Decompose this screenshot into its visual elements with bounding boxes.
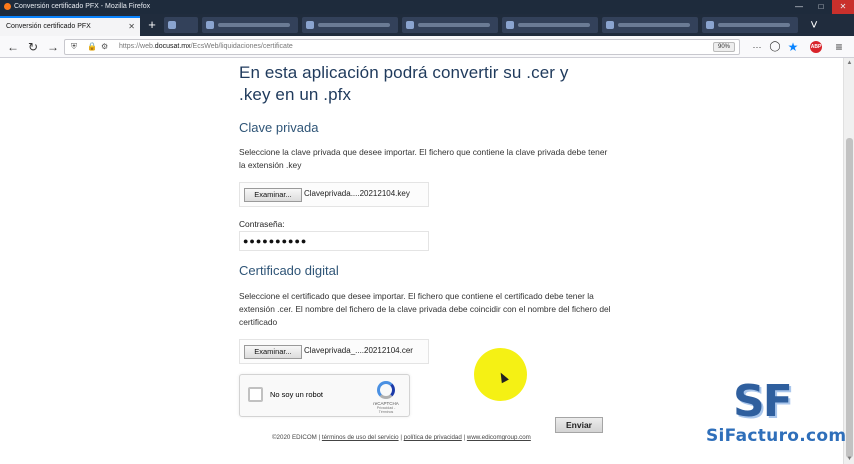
private-key-description: Seleccione la clave privada que desee im… [239, 147, 608, 170]
browse-cer-button[interactable]: Examinar... [244, 345, 302, 359]
main-content: En esta aplicación podrá convertir su .c… [239, 58, 619, 417]
tab-favicon-icon [706, 21, 714, 29]
watermark-logo: SF [733, 376, 793, 427]
tab-favicon-icon [206, 21, 214, 29]
window-title: Conversión certificado PFX - Mozilla Fir… [14, 3, 151, 10]
window-controls: — □ ✕ [788, 0, 854, 14]
page-heading: En esta aplicación podrá convertir su .c… [239, 63, 569, 104]
tab-title-blurred [318, 23, 390, 27]
tab-favicon-icon [506, 21, 514, 29]
scrollbar-thumb[interactable] [846, 138, 853, 458]
tab-title-blurred [618, 23, 690, 27]
scroll-down-icon[interactable]: ▼ [844, 454, 854, 464]
tab-active[interactable]: Conversión certificado PFX ✕ [0, 16, 140, 36]
background-tab[interactable] [164, 17, 198, 33]
reload-icon[interactable]: ↻ [24, 38, 42, 56]
background-tab[interactable] [602, 17, 698, 33]
scroll-up-icon[interactable]: ▲ [844, 58, 854, 68]
close-tab-icon[interactable]: ✕ [128, 18, 135, 35]
submit-button[interactable]: Enviar [555, 417, 603, 433]
certificate-title: Certificado digital [239, 263, 339, 278]
back-arrow-icon[interactable]: ← [4, 38, 22, 56]
privacy-link[interactable]: política de privacidad [404, 434, 462, 441]
firefox-icon [4, 2, 11, 10]
footer-separator: | [400, 434, 402, 441]
url-prefix: https://web. [119, 43, 155, 50]
minimize-icon[interactable]: — [788, 0, 810, 14]
edicom-site-link[interactable]: www.edicomgroup.com [467, 434, 531, 441]
background-tab[interactable] [702, 17, 798, 33]
menu-icon[interactable]: ≡ [830, 38, 848, 56]
tab-favicon-icon [306, 21, 314, 29]
tab-title-blurred [418, 23, 490, 27]
recaptcha-links[interactable]: Privacidad - Términos [372, 406, 400, 414]
shield-icon[interactable]: ⛨ [71, 40, 77, 54]
tab-title-blurred [518, 23, 590, 27]
background-tab[interactable] [202, 17, 298, 33]
certificate-file-input[interactable]: Examinar... Claveprivada_....20212104.ce… [239, 339, 429, 364]
terms-link[interactable]: términos de uso del servicio [322, 434, 399, 441]
permissions-icon[interactable]: ⚙ [101, 40, 108, 54]
navigation-bar: ← ↻ → ⛨ 🔒 ⚙ https://web.docusat.mx/EcsWe… [0, 36, 854, 58]
url-text: https://web.docusat.mx/EcsWeb/liquidacio… [119, 40, 293, 54]
recaptcha-widget: No soy un robot reCAPTCHA Privacidad - T… [239, 374, 410, 417]
password-label: Contraseña: [239, 219, 285, 229]
page-actions-icon[interactable]: ··· [748, 38, 766, 56]
background-tab[interactable] [502, 17, 598, 33]
background-tab[interactable] [402, 17, 498, 33]
footer-separator: | [318, 434, 321, 441]
recaptcha-icon [377, 381, 395, 399]
background-tab[interactable] [302, 17, 398, 33]
private-key-title: Clave privada [239, 120, 319, 135]
tab-favicon-icon [606, 21, 614, 29]
adblock-icon[interactable]: ABP [810, 41, 822, 53]
certificate-description: Seleccione el certificado que desee impo… [239, 291, 611, 327]
page-footer: ©2020 EDICOM | términos de uso del servi… [272, 434, 531, 441]
recaptcha-checkbox[interactable] [248, 387, 263, 402]
key-file-name: Claveprivada....20212104.key [304, 189, 410, 198]
url-bar[interactable]: ⛨ 🔒 ⚙ https://web.docusat.mx/EcsWeb/liqu… [64, 39, 740, 55]
watermark-text: SiFacturo.com [706, 426, 847, 446]
password-input[interactable]: ●●●●●●●●●● [239, 231, 429, 251]
cer-file-name: Claveprivada_....20212104.cer [304, 346, 413, 355]
pocket-icon[interactable]: ◯ [766, 38, 784, 56]
lock-icon[interactable]: 🔒 [87, 40, 97, 54]
browse-key-button[interactable]: Examinar... [244, 188, 302, 202]
url-domain: docusat.mx [154, 43, 191, 50]
private-key-file-input[interactable]: Examinar... Claveprivada....20212104.key [239, 182, 429, 207]
maximize-icon[interactable]: □ [810, 0, 832, 14]
tab-strip: Conversión certificado PFX ✕ + ˅ [0, 14, 854, 36]
footer-copyright: ©2020 EDICOM [272, 434, 317, 441]
new-tab-button[interactable]: + [144, 17, 160, 33]
page-scrollbar[interactable]: ▲ ▼ [843, 58, 854, 464]
list-all-tabs-icon[interactable]: ˅ [806, 17, 822, 33]
bookmark-star-icon[interactable]: ★ [784, 38, 802, 56]
recaptcha-logo: reCAPTCHA Privacidad - Términos [372, 381, 400, 414]
tab-favicon-icon [406, 21, 414, 29]
recaptcha-label: No soy un robot [270, 390, 323, 399]
footer-separator: | [463, 434, 466, 441]
window-titlebar: Conversión certificado PFX - Mozilla Fir… [0, 0, 854, 14]
tab-title-blurred [218, 23, 290, 27]
close-window-icon[interactable]: ✕ [832, 0, 854, 14]
tab-title-blurred [718, 23, 790, 27]
tab-label: Conversión certificado PFX [6, 23, 91, 30]
tab-favicon-icon [168, 21, 176, 29]
zoom-indicator[interactable]: 90% [712, 42, 735, 52]
url-path: /EcsWeb/liquidaciones/certificate [190, 43, 293, 50]
forward-arrow-icon[interactable]: → [44, 38, 62, 56]
